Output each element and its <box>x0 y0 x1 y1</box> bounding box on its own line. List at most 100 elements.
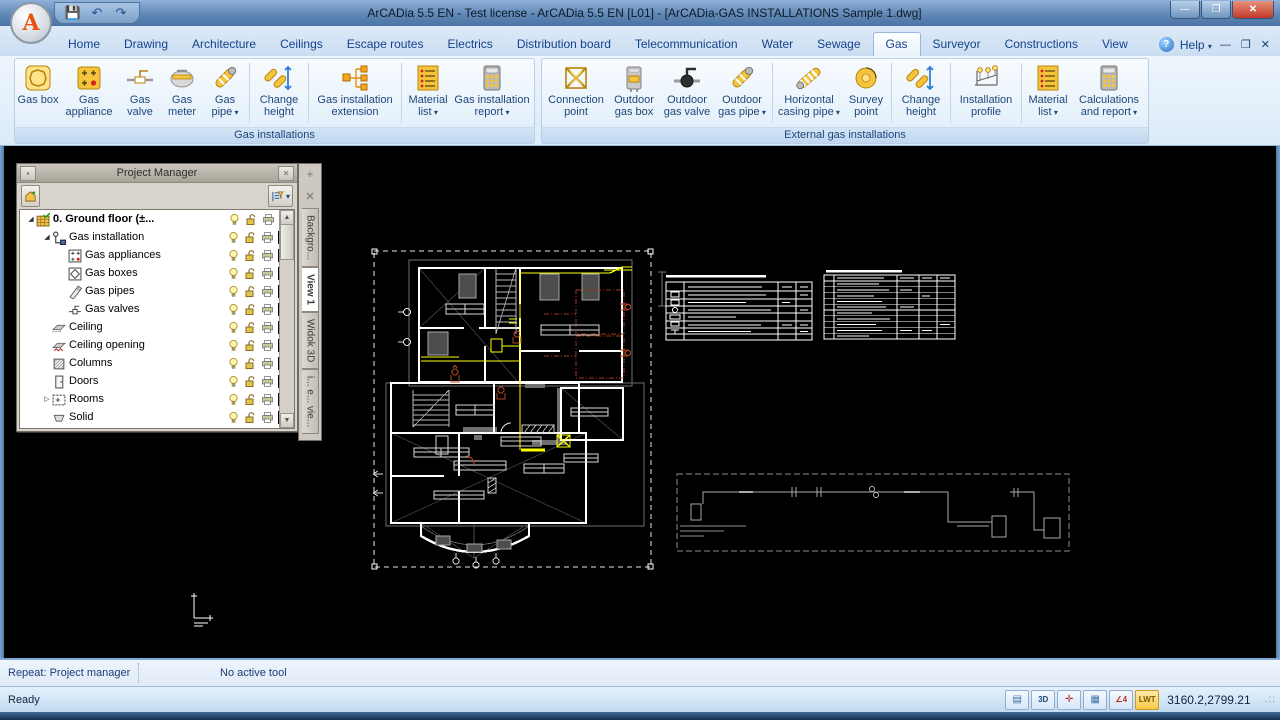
scroll-thumb[interactable] <box>280 224 294 260</box>
tree-row-gas-boxes[interactable]: Gas boxes <box>20 264 294 282</box>
minimize-button[interactable]: — <box>1170 1 1200 19</box>
tab-constructions[interactable]: Constructions <box>993 33 1090 56</box>
project-tree[interactable]: ◢0. Ground floor (±...◢Gas installationG… <box>19 209 295 429</box>
tree-row-gas-installation[interactable]: ◢Gas installation <box>20 228 294 246</box>
selection-boundary[interactable] <box>372 249 653 569</box>
doc-close-button[interactable]: ✕ <box>1259 38 1272 51</box>
tab-sewage[interactable]: Sewage <box>805 33 872 56</box>
tree-scrollbar[interactable]: ▲ ▼ <box>279 210 294 428</box>
tree-row-gas-appliances[interactable]: Gas appliances <box>20 246 294 264</box>
drawing-workspace[interactable]: ▪ Project Manager ✕ ▾ <box>4 146 1276 658</box>
tab-gas[interactable]: Gas <box>873 32 921 56</box>
visibility-bulb-icon[interactable] <box>227 375 240 388</box>
redo-icon[interactable]: ↷ <box>113 5 129 21</box>
save-icon[interactable]: 💾 <box>65 5 81 21</box>
project-tree-toggle-icon[interactable]: ▤ <box>1005 690 1029 710</box>
scroll-up-icon[interactable]: ▲ <box>280 210 294 225</box>
printer-icon[interactable] <box>261 249 274 262</box>
tab-electrics[interactable]: Electrics <box>435 33 504 56</box>
lock-icon[interactable] <box>244 249 257 262</box>
gas-pipe-button[interactable]: Gas pipe ▾ <box>203 60 247 126</box>
view-tab-view-1[interactable]: View 1 <box>302 267 319 312</box>
visibility-bulb-icon[interactable] <box>227 339 240 352</box>
angle-toggle-icon[interactable]: ∠4 <box>1109 690 1133 710</box>
tab-view[interactable]: View <box>1090 33 1140 56</box>
tab-architecture[interactable]: Architecture <box>180 33 268 56</box>
outdoor-gas-pipe-button[interactable]: Outdoor gas pipe ▾ <box>714 60 770 126</box>
printer-icon[interactable] <box>261 393 274 406</box>
lock-icon[interactable] <box>244 321 257 334</box>
lock-icon[interactable] <box>244 339 257 352</box>
visibility-bulb-icon[interactable] <box>227 393 240 406</box>
gas-appliance-button[interactable]: Gas appliance <box>59 60 119 126</box>
panel-menu-icon[interactable]: ▪ <box>20 166 36 181</box>
printer-icon[interactable] <box>261 339 274 352</box>
lock-icon[interactable] <box>244 285 257 298</box>
change-height-button[interactable]: Change height <box>894 60 948 126</box>
scroll-down-icon[interactable]: ▼ <box>280 413 294 428</box>
visibility-bulb-icon[interactable] <box>227 249 240 262</box>
lock-icon[interactable] <box>244 303 257 316</box>
3d-view-toggle-icon[interactable]: 3D <box>1031 690 1055 710</box>
repeat-command[interactable]: Repeat: Project manager <box>0 667 138 679</box>
tree-row-ceiling[interactable]: Ceiling <box>20 318 294 336</box>
tree-row-ceiling-opening[interactable]: Ceiling opening <box>20 336 294 354</box>
view-tab-i-e-vie[interactable]: i... e... vie... <box>302 369 319 434</box>
gas-meter-button[interactable]: Gas meter <box>161 60 203 126</box>
printer-icon[interactable] <box>261 285 274 298</box>
visibility-bulb-icon[interactable] <box>227 285 240 298</box>
change-height-button[interactable]: Change height <box>252 60 306 126</box>
view-tab-widok-3d[interactable]: Widok 3D <box>302 312 319 369</box>
outdoor-gas-valve-button[interactable]: Outdoor gas valve <box>660 60 714 126</box>
tab-escape-routes[interactable]: Escape routes <box>335 33 436 56</box>
printer-icon[interactable] <box>261 303 274 316</box>
help-icon[interactable]: ? <box>1159 37 1174 52</box>
visibility-bulb-icon[interactable] <box>227 357 240 370</box>
tree-row-gas-valves[interactable]: Gas valves <box>20 300 294 318</box>
tab-surveyor[interactable]: Surveyor <box>921 33 993 56</box>
snap-points-toggle-icon[interactable]: ✛ <box>1057 690 1081 710</box>
printer-icon[interactable] <box>261 231 274 244</box>
printer-icon[interactable] <box>261 411 274 424</box>
close-button[interactable]: ✕ <box>1232 1 1274 19</box>
visibility-bulb-icon[interactable] <box>227 321 240 334</box>
view-tab-backgro[interactable]: Backgro... <box>302 208 319 267</box>
printer-icon[interactable] <box>261 357 274 370</box>
installation-profile-button[interactable]: Installation profile <box>953 60 1019 126</box>
tree-row-doors[interactable]: Doors <box>20 372 294 390</box>
outdoor-gas-box-button[interactable]: Outdoor gas box <box>608 60 660 126</box>
lock-icon[interactable] <box>245 213 258 226</box>
panel-close-icon[interactable]: ✕ <box>278 166 294 181</box>
close-view-button[interactable]: ✕ <box>301 188 319 206</box>
installation-profile-drawing[interactable] <box>677 474 1069 551</box>
material-list-button[interactable]: Material list ▾ <box>404 60 452 126</box>
connection-point-button[interactable]: Connection point <box>544 60 608 126</box>
undo-icon[interactable]: ↶ <box>89 5 105 21</box>
printer-icon[interactable] <box>261 321 274 334</box>
calculations-and-report-button[interactable]: Calculations and report ▾ <box>1072 60 1146 126</box>
material-table-2[interactable] <box>824 270 955 339</box>
tree-row-solid[interactable]: Solid <box>20 408 294 426</box>
material-table-1[interactable] <box>666 275 812 340</box>
gas-box-button[interactable]: Gas box <box>17 60 59 126</box>
expand-arrow-icon[interactable]: ▷ <box>42 395 52 403</box>
tab-water[interactable]: Water <box>750 33 806 56</box>
command-bar[interactable]: Repeat: Project manager No active tool <box>0 658 1280 686</box>
doc-restore-button[interactable]: ❐ <box>1239 38 1253 51</box>
floor-plan[interactable] <box>373 260 666 568</box>
lock-icon[interactable] <box>244 375 257 388</box>
tab-telecommunication[interactable]: Telecommunication <box>623 33 750 56</box>
printer-icon[interactable] <box>262 213 275 226</box>
tab-drawing[interactable]: Drawing <box>112 33 180 56</box>
printer-icon[interactable] <box>261 267 274 280</box>
visibility-bulb-icon[interactable] <box>228 213 241 226</box>
visibility-bulb-icon[interactable] <box>227 303 240 316</box>
filter-button[interactable]: ▾ <box>268 185 293 207</box>
lock-icon[interactable] <box>244 267 257 280</box>
gas-installation-extension-button[interactable]: Gas installation extension <box>311 60 399 126</box>
project-manager-titlebar[interactable]: ▪ Project Manager ✕ <box>17 164 297 183</box>
tree-row-0-ground-floor[interactable]: ◢0. Ground floor (±... <box>20 210 294 228</box>
grid-toggle-icon[interactable]: ▦ <box>1083 690 1107 710</box>
gas-installation-report-button[interactable]: Gas installation report ▾ <box>452 60 532 126</box>
add-building-button[interactable] <box>21 185 40 207</box>
